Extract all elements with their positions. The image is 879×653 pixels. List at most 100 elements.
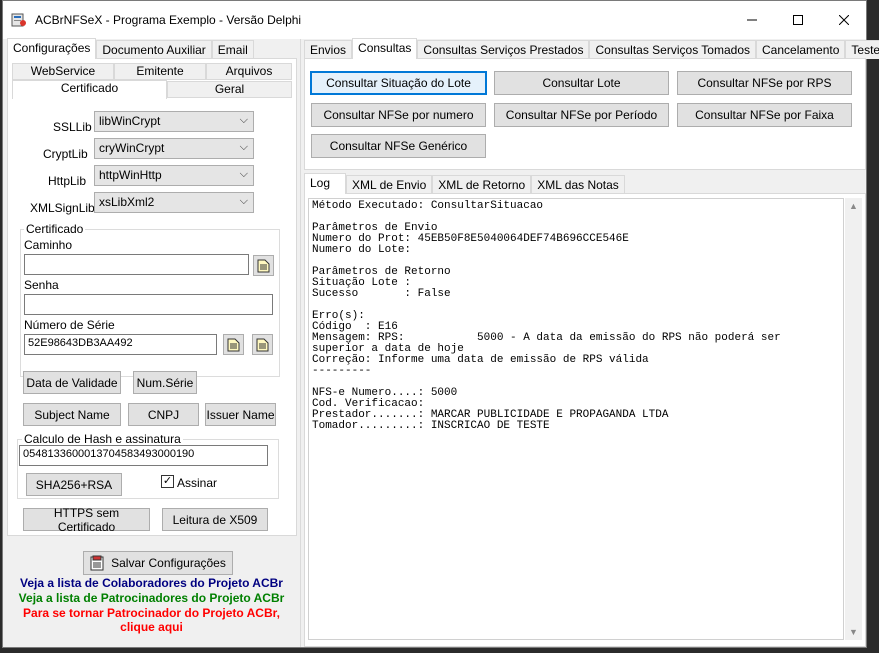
file-open-icon (227, 338, 240, 351)
tab-configuracoes[interactable]: Configurações (7, 38, 97, 59)
tornar-patrocinador-link[interactable]: Para se tornar Patrocinador do Projeto A… (3, 606, 300, 620)
clique-aqui-link[interactable]: clique aqui (3, 620, 300, 634)
log-line: Método Executado: ConsultarSituacao (312, 200, 544, 212)
tab-xml-retorno[interactable]: XML de Retorno (432, 175, 532, 194)
senha-label: Senha (24, 278, 59, 292)
tab-teste[interactable]: Teste (845, 40, 879, 59)
sha256-rsa-button[interactable]: SHA256+RSA (26, 473, 122, 496)
data-validade-button[interactable]: Data de Validade (23, 371, 121, 394)
maximize-button[interactable] (775, 1, 821, 39)
consultar-nfse-rps-button[interactable]: Consultar NFSe por RPS (677, 71, 852, 95)
splitter[interactable] (300, 39, 303, 647)
subtab-geral[interactable]: Geral (167, 81, 292, 98)
log-line: Correção: Informe uma data de emissão de… (312, 354, 649, 366)
chevron-down-icon: ⌵ (239, 168, 248, 180)
consultar-nfse-generico-button[interactable]: Consultar NFSe Genérico (311, 134, 486, 158)
minimize-button[interactable] (729, 1, 775, 39)
log-line: --------- (312, 365, 372, 377)
patrocinadores-link[interactable]: Veja a lista de Patrocinadores do Projet… (3, 591, 300, 605)
issuer-name-button[interactable]: Issuer Name (205, 403, 276, 426)
log-panel: Método Executado: ConsultarSituacao Parâ… (304, 193, 866, 647)
maximize-icon (793, 15, 803, 25)
num-serie-button[interactable]: Num.Série (133, 371, 197, 394)
chevron-down-icon: ⌵ (239, 141, 248, 153)
tab-consultas-prestados[interactable]: Consultas Serviços Prestados (417, 40, 590, 59)
assinar-checkbox[interactable]: ✓ (161, 475, 174, 488)
tab-email[interactable]: Email (211, 40, 254, 59)
https-sem-certificado-button[interactable]: HTTPS sem Certificado (23, 506, 150, 534)
subject-name-button[interactable]: Subject Name (23, 403, 121, 426)
hash-group-label: Calculo de Hash e assinatura (22, 432, 183, 446)
config-panel: WebService Emitente Arquivos Certificado… (7, 58, 297, 536)
consultar-nfse-faixa-button[interactable]: Consultar NFSe por Faixa (677, 103, 852, 127)
save-icon (90, 555, 104, 571)
ssllib-value: libWinCrypt (99, 114, 161, 128)
cryptlib-label: CryptLib (43, 147, 88, 161)
log-line: Tomador.........: INSCRICAO DE TESTE (312, 420, 550, 432)
numero-serie-input[interactable]: 52E98643DB3AA492 (24, 334, 217, 355)
xmlsignlib-select[interactable]: xsLibXml2 ⌵ (94, 192, 254, 213)
log-scrollbar[interactable]: ▲ ▼ (845, 198, 862, 640)
left-tabbar: Configurações Documento Auxiliar Email (7, 38, 254, 59)
log-memo[interactable]: Método Executado: ConsultarSituacao Parâ… (308, 198, 844, 640)
log-line: Sucesso : False (312, 288, 451, 300)
cnpj-button[interactable]: CNPJ (128, 403, 199, 426)
log-line: Numero do Lote: (312, 244, 412, 256)
certificado-group-label: Certificado (24, 222, 86, 236)
app-icon (11, 13, 26, 27)
numero-serie-label: Número de Série (24, 318, 115, 332)
subtab-certificado[interactable]: Certificado (12, 80, 167, 99)
chevron-down-icon: ⌵ (239, 114, 248, 126)
log-tabbar: Log XML de Envio XML de Retorno XML das … (304, 173, 625, 194)
senha-input[interactable] (24, 294, 273, 315)
subtab-emitente[interactable]: Emitente (114, 63, 206, 80)
subtab-webservice[interactable]: WebService (12, 63, 114, 80)
file-open-icon (257, 259, 270, 272)
consultar-nfse-periodo-button[interactable]: Consultar NFSe por Período (494, 103, 669, 127)
tab-envios[interactable]: Envios (304, 40, 353, 59)
salvar-label: Salvar Configurações (111, 556, 226, 570)
select-cert-list-button[interactable] (252, 334, 273, 355)
tab-documento-auxiliar[interactable]: Documento Auxiliar (96, 40, 212, 59)
check-icon: ✓ (162, 475, 173, 487)
window-title: ACBrNFSeX - Programa Exemplo - Versão De… (35, 13, 302, 27)
tab-cancelamento[interactable]: Cancelamento (756, 40, 846, 59)
minimize-icon (747, 19, 757, 21)
scroll-down-icon[interactable]: ▼ (849, 627, 858, 637)
colaboradores-link[interactable]: Veja a lista de Colaboradores do Projeto… (3, 576, 300, 590)
caminho-input[interactable] (24, 254, 249, 275)
scroll-up-icon[interactable]: ▲ (849, 201, 858, 211)
httplib-label: HttpLib (48, 174, 87, 188)
select-cert-button[interactable] (223, 334, 244, 355)
cryptlib-value: cryWinCrypt (99, 141, 165, 155)
xmlsignlib-value: xsLibXml2 (99, 195, 155, 209)
subtab-arquivos[interactable]: Arquivos (206, 63, 292, 80)
consultas-panel: Consultar Situação do Lote Consultar Lot… (304, 58, 866, 170)
tab-xml-notas[interactable]: XML das Notas (531, 175, 625, 194)
ssllib-label: SSLLib (53, 120, 92, 134)
cryptlib-select[interactable]: cryWinCrypt ⌵ (94, 138, 254, 159)
consultar-lote-button[interactable]: Consultar Lote (494, 71, 669, 95)
title-bar[interactable]: ACBrNFSeX - Programa Exemplo - Versão De… (3, 1, 866, 39)
close-icon (839, 15, 849, 25)
salvar-configuracoes-button[interactable]: Salvar Configurações (83, 551, 233, 575)
tab-consultas[interactable]: Consultas (352, 38, 418, 59)
tab-consultas-tomados[interactable]: Consultas Serviços Tomados (589, 40, 757, 59)
consultar-nfse-numero-button[interactable]: Consultar NFSe por numero (311, 103, 486, 127)
browse-file-button[interactable] (253, 255, 274, 276)
hash-input[interactable]: 05481336000137045834930001​90 (19, 445, 268, 466)
httplib-select[interactable]: httpWinHttp ⌵ (94, 165, 254, 186)
httplib-value: httpWinHttp (99, 168, 162, 182)
file-open-icon (256, 338, 269, 351)
tab-xml-envio[interactable]: XML de Envio (346, 175, 433, 194)
consultar-situacao-lote-button[interactable]: Consultar Situação do Lote (310, 71, 487, 95)
right-tabbar: Envios Consultas Consultas Serviços Pres… (304, 38, 879, 59)
assinar-label: Assinar (177, 476, 218, 490)
leitura-x509-button[interactable]: Leitura de X509 (162, 508, 268, 531)
ssllib-select[interactable]: libWinCrypt ⌵ (94, 111, 254, 132)
log-text: Método Executado: ConsultarSituacao Parâ… (312, 201, 840, 432)
close-button[interactable] (821, 1, 867, 39)
tab-log[interactable]: Log (304, 173, 346, 194)
xmlsignlib-label: XMLSignLib (30, 201, 95, 215)
